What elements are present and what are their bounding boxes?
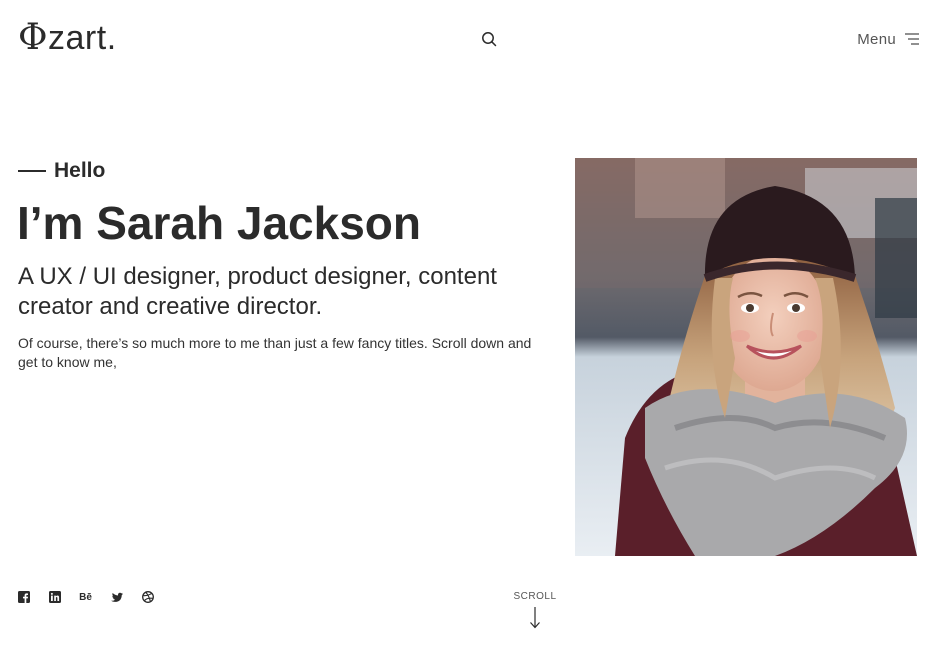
person-name: Sarah Jackson — [96, 197, 421, 249]
page-title: I’m Sarah Jackson — [17, 196, 421, 250]
social-links: Bē — [17, 590, 154, 604]
hamburger-icon — [905, 33, 919, 45]
facebook-link[interactable] — [17, 591, 30, 604]
dribbble-icon — [141, 591, 154, 603]
linkedin-link[interactable] — [48, 591, 61, 604]
logo[interactable]: Φzart. — [18, 18, 117, 58]
scroll-indicator[interactable]: SCROLL — [510, 591, 560, 629]
arrow-down-icon — [530, 607, 540, 629]
logo-text: zart — [48, 19, 107, 57]
profile-photo — [575, 158, 917, 556]
hello-divider — [18, 170, 46, 172]
scroll-label: SCROLL — [513, 591, 557, 602]
search-button[interactable] — [479, 29, 499, 49]
logo-mark: Φ — [18, 17, 49, 58]
logo-dot: . — [106, 19, 117, 57]
facebook-icon — [17, 591, 30, 603]
behance-link[interactable]: Bē — [79, 591, 92, 604]
greeting-prefix: I’m — [17, 197, 97, 249]
menu-label: Menu — [857, 30, 896, 48]
dribbble-link[interactable] — [141, 591, 154, 604]
menu-button[interactable]: Menu — [857, 28, 919, 50]
linkedin-icon — [48, 591, 61, 603]
hero-subtitle: A UX / UI designer, product designer, co… — [18, 263, 497, 320]
twitter-icon — [110, 592, 123, 602]
hello-row: Hello — [18, 158, 105, 184]
behance-icon: Bē — [79, 591, 92, 603]
search-icon — [482, 32, 497, 47]
twitter-link[interactable] — [110, 591, 123, 604]
hero-intro: Of course, there’s so much more to me th… — [18, 335, 532, 370]
hello-text: Hello — [54, 159, 106, 182]
